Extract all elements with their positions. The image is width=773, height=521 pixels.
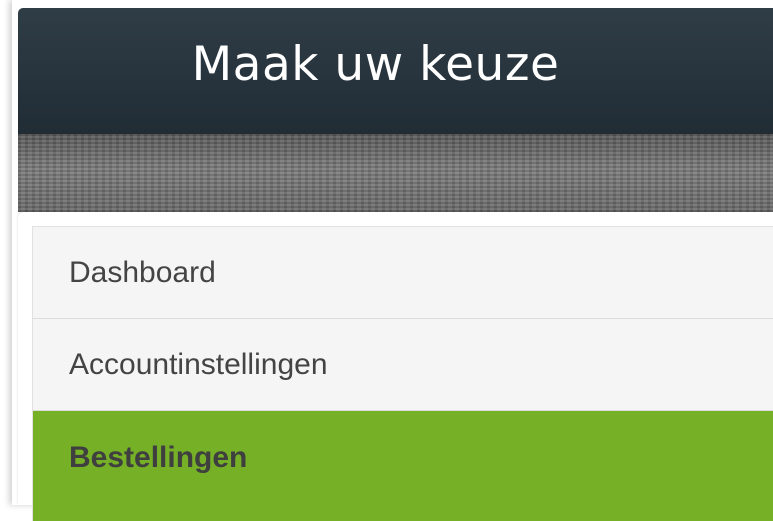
menu-item-label: Bestellingen bbox=[69, 441, 248, 474]
panel-title: Maak uw keuze bbox=[191, 36, 560, 92]
menu-item-label: Dashboard bbox=[69, 255, 216, 289]
menu-item-accountinstellingen[interactable]: Accountinstellingen bbox=[33, 319, 773, 411]
menu-item-label: Accountinstellingen bbox=[69, 347, 328, 381]
menu-list: Dashboard Accountinstellingen Bestelling… bbox=[32, 226, 773, 521]
panel-header: Maak uw keuze bbox=[18, 8, 773, 134]
menu-item-dashboard[interactable]: Dashboard bbox=[33, 227, 773, 319]
decorative-texture-band bbox=[18, 134, 773, 212]
